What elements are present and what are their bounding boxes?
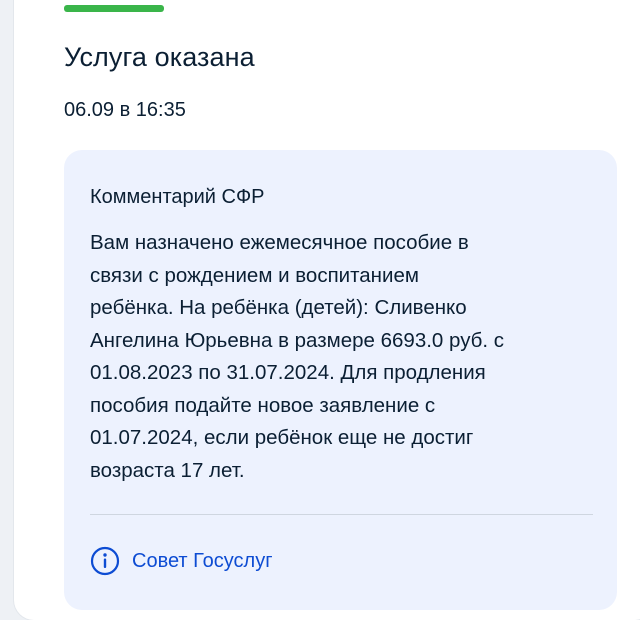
advice-label: Совет Госуслуг xyxy=(132,549,273,572)
comment-line: 01.08.2023 по 31.07.2024. Для продления xyxy=(90,361,486,384)
comment-line: ребёнка. На ребёнка (детей): Сливенко xyxy=(90,296,467,319)
comment-panel: Комментарий СФР Вам назначено ежемесячно… xyxy=(64,150,617,610)
comment-line: 01.07.2024, если ребёнок еще не достиг xyxy=(90,426,474,449)
status-progress-bar xyxy=(64,5,164,12)
comment-text: Вам назначено ежемесячное пособие в связ… xyxy=(90,227,570,487)
gosuslugi-advice-link[interactable]: Совет Госуслуг xyxy=(90,546,273,576)
comment-line: Вам назначено ежемесячное пособие в xyxy=(90,231,469,254)
divider xyxy=(90,514,593,515)
comment-line: возраста 17 лет. xyxy=(90,458,245,482)
comment-line: пособия подайте новое заявление с xyxy=(90,393,436,417)
comment-heading: Комментарий СФР xyxy=(90,186,265,208)
status-timestamp: 06.09 в 16:35 xyxy=(64,99,186,121)
application-status-card: Услуга оказана 06.09 в 16:35 Комментарий… xyxy=(14,0,640,620)
status-title: Услуга оказана xyxy=(64,42,255,72)
info-icon xyxy=(90,546,120,576)
comment-line: связи с рождением и воспитанием xyxy=(90,263,419,287)
comment-line: Ангелина Юрьевна в размере 6693.0 руб. с xyxy=(90,328,505,352)
